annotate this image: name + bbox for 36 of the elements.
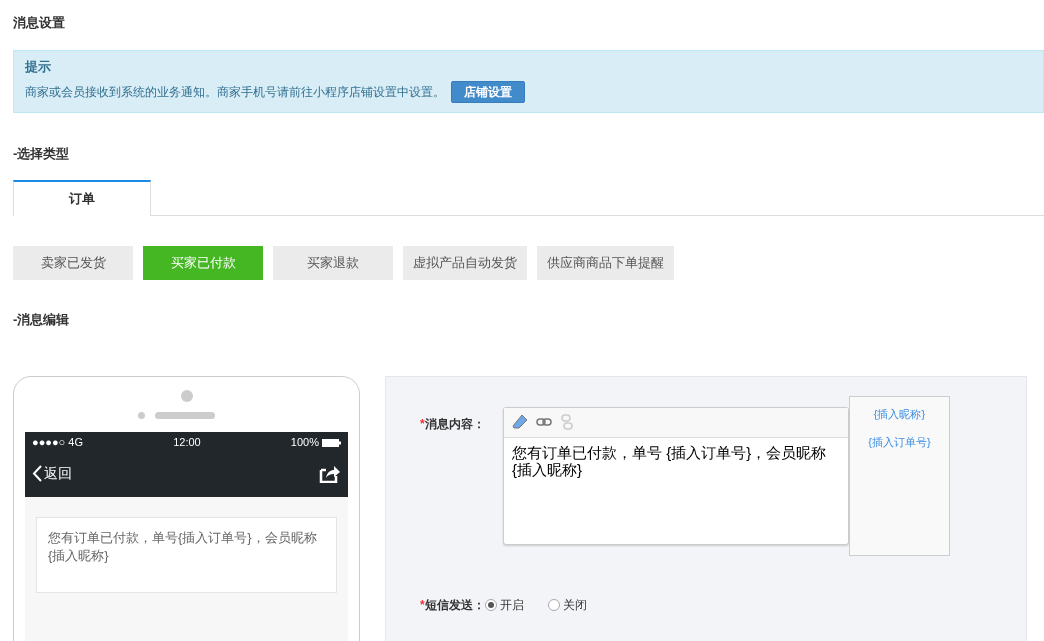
message-type-button[interactable]: 买家退款 <box>273 246 393 280</box>
notice-text: 商家或会员接收到系统的业务通知。商家手机号请前往小程序店铺设置中设置。 <box>25 83 445 101</box>
status-time: 12:00 <box>173 435 201 451</box>
message-type-button[interactable]: 供应商商品下单提醒 <box>537 246 674 280</box>
radio-label[interactable]: 开启 <box>499 595 524 614</box>
camera-icon <box>180 389 193 402</box>
back-icon[interactable] <box>32 465 42 482</box>
message-content: 您有订单已付款，单号 {插入订单号}，会员昵称 {插入昵称} <box>511 442 828 478</box>
message-preview: 您有订单已付款，单号{插入订单号}，会员昵称{插入昵称} <box>36 516 337 593</box>
rich-text-editor[interactable]: 您有订单已付款，单号 {插入订单号}，会员昵称 {插入昵称} <box>503 406 849 545</box>
insert-link[interactable]: {插入订单号} <box>868 434 931 451</box>
link-icon[interactable] <box>536 417 552 427</box>
shop-settings-button[interactable]: 店铺设置 <box>451 80 525 103</box>
tab[interactable]: 订单 <box>13 180 151 216</box>
back-link[interactable]: 返回 <box>44 463 72 484</box>
battery-icon <box>322 438 341 447</box>
radio-button[interactable] <box>484 598 497 611</box>
signal-text: ●●●●○ 4G <box>32 435 83 451</box>
share-icon[interactable] <box>319 464 341 483</box>
insert-link[interactable]: {插入昵称} <box>873 405 926 422</box>
field-label: 短信发送： <box>424 596 485 614</box>
radio-label[interactable]: 关闭 <box>562 595 587 614</box>
required-mark: * <box>420 415 425 433</box>
field-label: 消息内容： <box>424 415 485 433</box>
eraser-icon[interactable] <box>512 414 528 430</box>
required-mark: * <box>420 596 425 614</box>
battery-text: 100% <box>290 435 319 451</box>
speaker-icon <box>155 411 215 419</box>
section-heading: -消息编辑 <box>13 311 71 329</box>
message-type-button[interactable]: 虚拟产品自动发货 <box>403 246 527 280</box>
notice-title: 提示 <box>25 58 52 76</box>
radio-button[interactable] <box>547 598 560 611</box>
page-title: 消息设置 <box>13 14 66 31</box>
section-heading: -选择类型 <box>13 144 71 163</box>
message-type-button[interactable]: 卖家已发货 <box>13 246 133 280</box>
sensor-icon <box>138 411 145 419</box>
